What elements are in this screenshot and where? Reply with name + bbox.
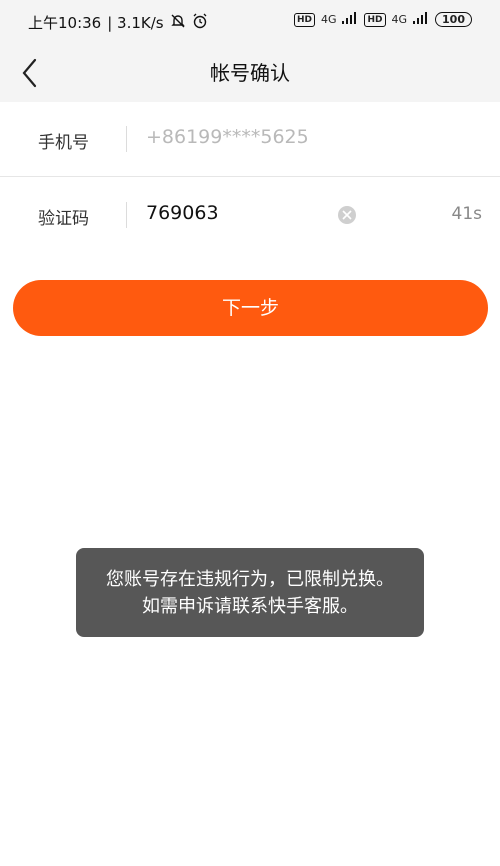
phone-field: +86199****5625	[146, 126, 309, 148]
signal-icon	[342, 12, 358, 27]
toast-message: 您账号存在违规行为，已限制兑换。如需申诉请联系快手客服。	[76, 548, 424, 637]
page-title: 帐号确认	[210, 61, 290, 85]
phone-label: 手机号	[38, 133, 89, 153]
status-time: 上午10:36	[28, 14, 102, 32]
phone-row: 手机号 +86199****5625	[0, 102, 500, 177]
net-type-1: 4G	[320, 13, 337, 26]
hd-badge: HD	[364, 12, 386, 27]
divider	[126, 202, 127, 228]
alarm-icon	[192, 13, 208, 33]
next-button[interactable]: 下一步	[13, 280, 488, 336]
signal-icon	[413, 12, 429, 27]
battery-icon: 100	[435, 12, 472, 27]
hd-badge: HD	[293, 12, 315, 27]
countdown-timer: 41s	[451, 204, 483, 224]
nav-bar: 帐号确认	[0, 44, 500, 102]
status-bar: 上午10:36 | 3.1K/s HD 4G HD 4G 100	[0, 0, 500, 44]
network-speed: | 3.1K/s	[107, 13, 164, 32]
code-row: 验证码 769063 41s	[0, 178, 500, 252]
status-right: HD 4G HD 4G 100	[293, 12, 472, 27]
mute-icon	[170, 13, 186, 33]
code-label: 验证码	[38, 209, 89, 229]
close-icon	[342, 210, 352, 220]
clear-button[interactable]	[338, 206, 356, 224]
net-type-2: 4G	[391, 13, 408, 26]
code-input[interactable]: 769063	[146, 202, 219, 224]
status-left: 上午10:36 | 3.1K/s	[28, 12, 208, 33]
divider	[126, 126, 127, 152]
